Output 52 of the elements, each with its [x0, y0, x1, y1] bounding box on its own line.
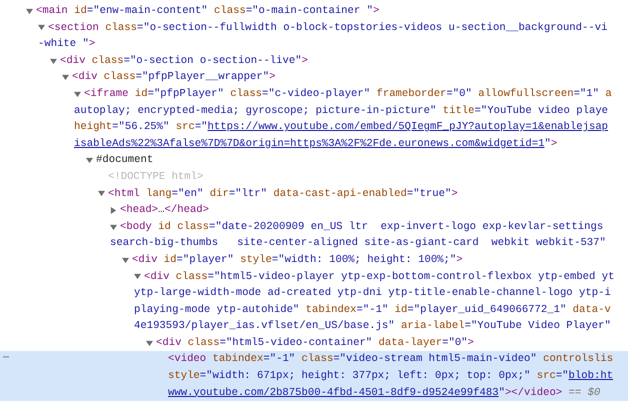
code-line: -white ">	[38, 37, 96, 52]
code-line: playing-mode ytp-autohide" tabindex="-1" id="player_uid_649066772_1" data-v	[134, 302, 611, 318]
tree-node[interactable]: <div class="pfpPlayer__wrapper">	[0, 69, 628, 86]
code-line: autoplay; encrypted-media; gyroscope; picture-in-picture" title="YouTube video playe	[74, 104, 608, 119]
tree-node[interactable]: <head>…</head>	[0, 202, 628, 219]
code-line: <div class="o-section o-section--live">	[60, 54, 308, 69]
caret-down-icon[interactable]	[122, 256, 129, 264]
code-line: <main id="enw-main-content" class="o-main-container ">	[36, 4, 380, 19]
caret-down-icon[interactable]	[146, 340, 153, 347]
caret-down-icon[interactable]	[74, 90, 81, 98]
code-line: <!DOCTYPE html>	[108, 170, 204, 185]
code-line: style="width: 671px; height: 377px; left: 0px; top: 0px;" src="blob:ht	[168, 369, 614, 384]
code-line: <section class="o-section--fullwidth o-block-topstories-videos u-section__background--vi	[48, 20, 608, 36]
code-line: <div id="player" style="width: 100%; height: 100%;">	[132, 252, 463, 268]
caret-right-icon[interactable]	[110, 206, 117, 214]
caret-down-icon[interactable]	[38, 24, 45, 32]
code-line: isableAds%22%3Afalse%7D%7D&origin=https%3A%2F%2Fde.euronews.com&widgetid=1">	[74, 136, 558, 152]
code-line: height="56.25%" src="https://www.youtube.com/embed/5QIegmF_pJY?autoplay=1&enablejsap	[74, 120, 608, 136]
url-link[interactable]: isableAds%22%3Afalse%7D%7D&origin=https%3A%2F%2Fde.euronews.com&widgetid=1	[74, 138, 544, 150]
caret-down-icon[interactable]	[26, 8, 33, 15]
caret-down-icon[interactable]	[50, 58, 57, 65]
caret-down-icon[interactable]	[98, 190, 105, 198]
tree-node[interactable]: <div class="o-section o-section--live">	[0, 52, 628, 70]
code-line: <html lang="en" dir="ltr" data-cast-api-enabled="true">	[108, 186, 458, 202]
tree-node[interactable]: <html lang="en" dir="ltr" data-cast-api-enabled="true">	[0, 186, 628, 202]
code-line: ytp-large-width-mode ad-created ytp-dni ytp-title-enable-channel-logo ytp-i	[134, 286, 611, 302]
url-link[interactable]: www.youtube.com/2b875b00-4fbd-4501-8df9-d9524e99f483	[168, 386, 499, 399]
code-line: <body id class="date-20200909 en_US ltr exp-invert-logo exp-kevlar-settings	[120, 220, 604, 235]
url-link[interactable]: blob:ht	[568, 370, 614, 382]
code-line: #document	[96, 153, 154, 168]
code-line: <div class="html5-video-player ytp-exp-bottom-control-flexbox ytp-embed yt	[144, 270, 614, 284]
tree-node[interactable]: #document	[0, 152, 628, 169]
caret-down-icon[interactable]	[134, 273, 141, 280]
tree-node[interactable]: <body id class="date-20200909 en_US ltr exp-invert-logo exp-kevlar-settings search-big-thumbs site-center-aligned site-as-giant-card webkit webkit-537"	[0, 218, 628, 252]
node-menu-glyph[interactable]: ⋯	[3, 351, 10, 368]
caret-down-icon[interactable]	[110, 224, 117, 231]
code-line: 4e193593/player_ias.vflset/en_US/base.js" aria-label="YouTube Video Player"	[134, 319, 611, 334]
code-line: <iframe id="pfpPlayer" class="c-video-player" frameborder="0" allowfullscreen="1" a	[84, 86, 612, 102]
tree-node[interactable]: <main id="enw-main-content" class="o-main-container ">	[0, 3, 628, 20]
caret-down-icon[interactable]	[86, 157, 93, 164]
code-line: search-big-thumbs site-center-aligned site-as-giant-card webkit webkit-537"	[110, 236, 606, 252]
code-line: <div class="html5-video-container" data-layer="0">	[156, 336, 474, 351]
code-line: <video tabindex="-1" class="video-stream html5-main-video" controlslis	[168, 352, 614, 368]
tree-node[interactable]: <div class="html5-video-container" data-layer="0">	[0, 334, 628, 352]
tree-node[interactable]	[0, 351, 628, 402]
caret-down-icon[interactable]	[62, 74, 69, 82]
code-line: <div class="pfpPlayer__wrapper">	[72, 70, 276, 86]
code-line: www.youtube.com/2b875b00-4fbd-4501-8df9-d9524e99f483"></video> == $0	[168, 386, 600, 401]
code-line: <head>…</head>	[120, 203, 210, 218]
tree-node[interactable]: <div id="player" style="width: 100%; height: 100%;">	[0, 252, 628, 268]
url-link[interactable]: https://www.youtube.com/embed/5QIegmF_pJY?autoplay=1&enablejsap	[208, 121, 608, 134]
tree-node[interactable]: <section class="o-section--fullwidth o-block-topstories-videos u-section__background--vi -white ">	[0, 20, 628, 53]
